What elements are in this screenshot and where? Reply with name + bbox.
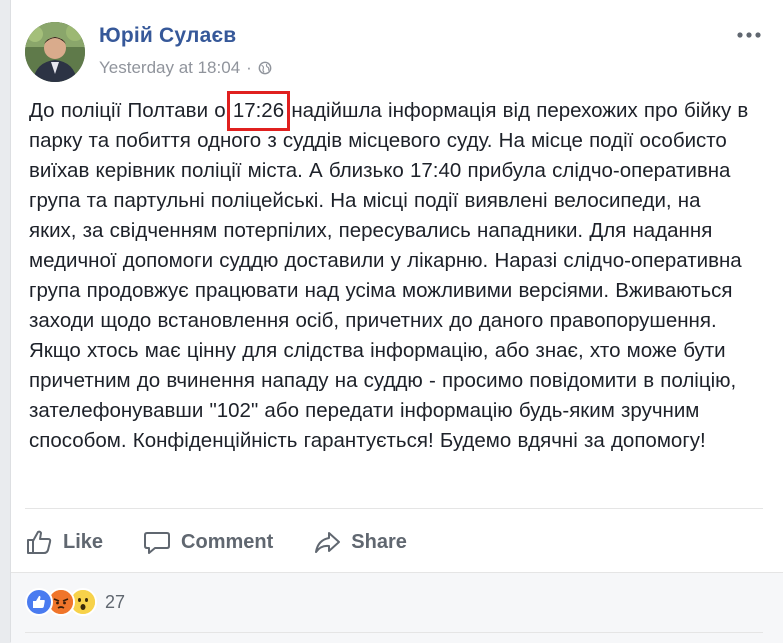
like-button[interactable]: Like [25, 528, 103, 556]
comment-button[interactable]: Comment [143, 528, 273, 556]
thumbs-up-icon [27, 530, 52, 554]
author-name[interactable]: Юрій Сулаєв [99, 24, 236, 48]
post-header: Юрій Сулаєв Yesterday at 18:04 · [25, 18, 783, 82]
post-actions-bar: Like Comment Share [25, 522, 447, 562]
more-options-icon[interactable] [735, 28, 763, 42]
post-meta: Yesterday at 18:04 · [99, 58, 272, 78]
meta-separator: · [246, 58, 252, 77]
comment-label: Comment [181, 530, 274, 553]
reactions-summary[interactable]: 27 [25, 588, 125, 616]
highlighted-time: 17:26 [226, 91, 291, 131]
post-card: Юрій Сулаєв Yesterday at 18:04 · До полі… [10, 0, 783, 643]
globe-icon[interactable] [258, 61, 272, 75]
avatar-image [25, 22, 85, 82]
post-body-text-rest: надійшла інформація від перехожих про бі… [29, 99, 749, 452]
like-label: Like [63, 530, 104, 553]
post-body: До поліції Полтави о 17:26 надійшла інфо… [29, 91, 749, 456]
reactions-count[interactable]: 27 [105, 592, 125, 613]
actions-top-divider [25, 508, 763, 509]
post-body-text-start: До поліції Полтави о [29, 99, 232, 122]
share-label: Share [351, 530, 407, 553]
post-timestamp[interactable]: Yesterday at 18:04 [99, 58, 240, 78]
like-reaction-icon [25, 588, 53, 616]
share-arrow-icon [315, 532, 341, 553]
share-button[interactable]: Share [313, 528, 407, 556]
avatar[interactable] [25, 22, 85, 82]
comment-icon [144, 532, 171, 554]
comments-divider [25, 632, 763, 633]
